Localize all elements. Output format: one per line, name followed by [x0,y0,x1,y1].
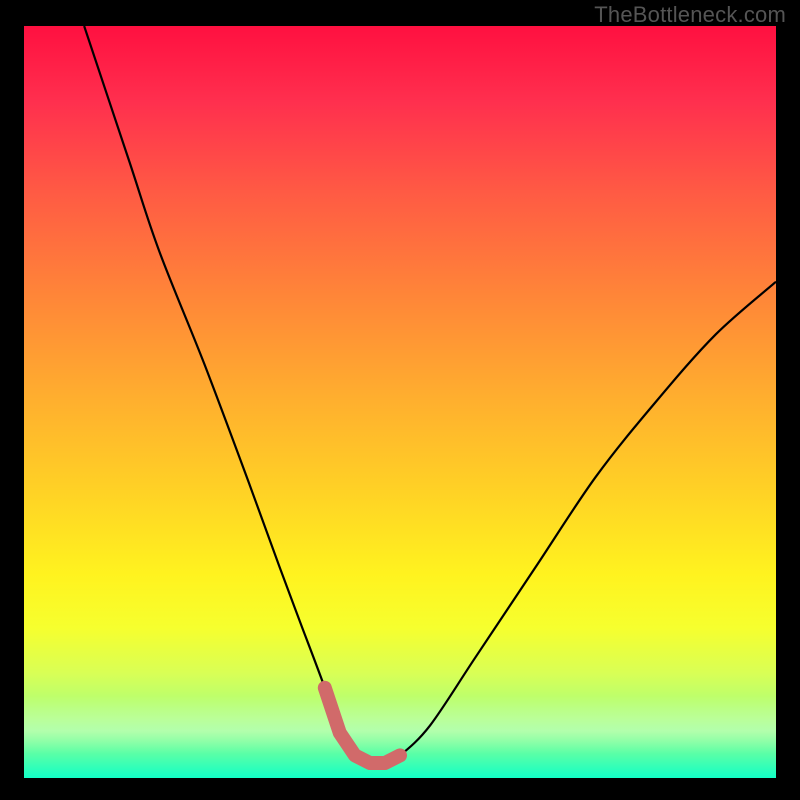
watermark-text: TheBottleneck.com [594,2,786,28]
chart-svg-layer [24,26,776,778]
bottleneck-curve-line [84,26,776,764]
bottleneck-highlight-segment [325,688,400,763]
chart-plot-area [24,26,776,778]
